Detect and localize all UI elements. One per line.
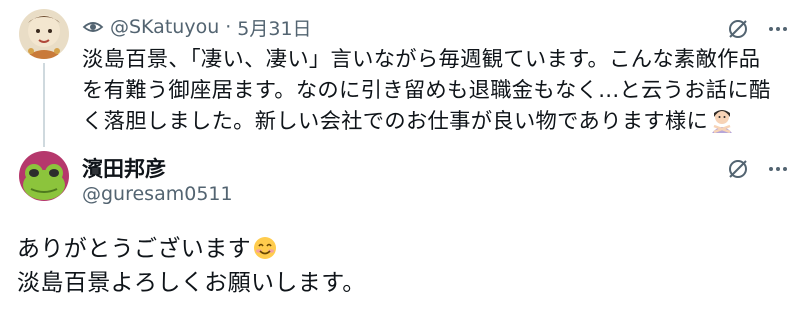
user-avatar[interactable] (19, 9, 69, 59)
reply-body: 淡島百景、「凄い、凄い」言いながら毎週観ています。こんな素敵作品を有難う御座居ま… (82, 47, 771, 134)
eye-icon (82, 22, 104, 32)
reply-meta: @SKatuyou · 5月31日 (82, 14, 312, 40)
author-display-name[interactable]: 濱田邦彦 (82, 153, 166, 183)
reply-actions (727, 18, 789, 40)
meta-separator: · (225, 16, 232, 38)
reply-date[interactable]: 5月31日 (237, 14, 311, 41)
grok-icon[interactable] (727, 18, 749, 40)
author-tweet-text: ありがとうございます 淡島百景よろしくお願いします。 (17, 232, 366, 300)
author-handle[interactable]: @guresam0511 (82, 183, 233, 205)
person-gesturing-no-emoji (712, 110, 733, 133)
author-tweet-line: 淡島百景よろしくお願いします。 (17, 270, 366, 296)
more-options-icon[interactable] (767, 18, 789, 40)
reply-handle[interactable]: @SKatuyou (110, 16, 219, 38)
author-avatar[interactable] (19, 151, 69, 201)
author-actions (727, 158, 789, 180)
reply-text: 淡島百景、「凄い、凄い」言いながら毎週観ています。こんな素敵作品を有難う御座居ま… (82, 44, 772, 137)
author-tweet-line: ありがとうございます (17, 232, 366, 266)
thread-connector-line (43, 63, 45, 147)
more-options-icon[interactable] (767, 158, 789, 180)
grok-icon[interactable] (727, 158, 749, 180)
author-line-1: ありがとうございます (17, 236, 251, 262)
smiling-face-emoji (254, 237, 276, 259)
